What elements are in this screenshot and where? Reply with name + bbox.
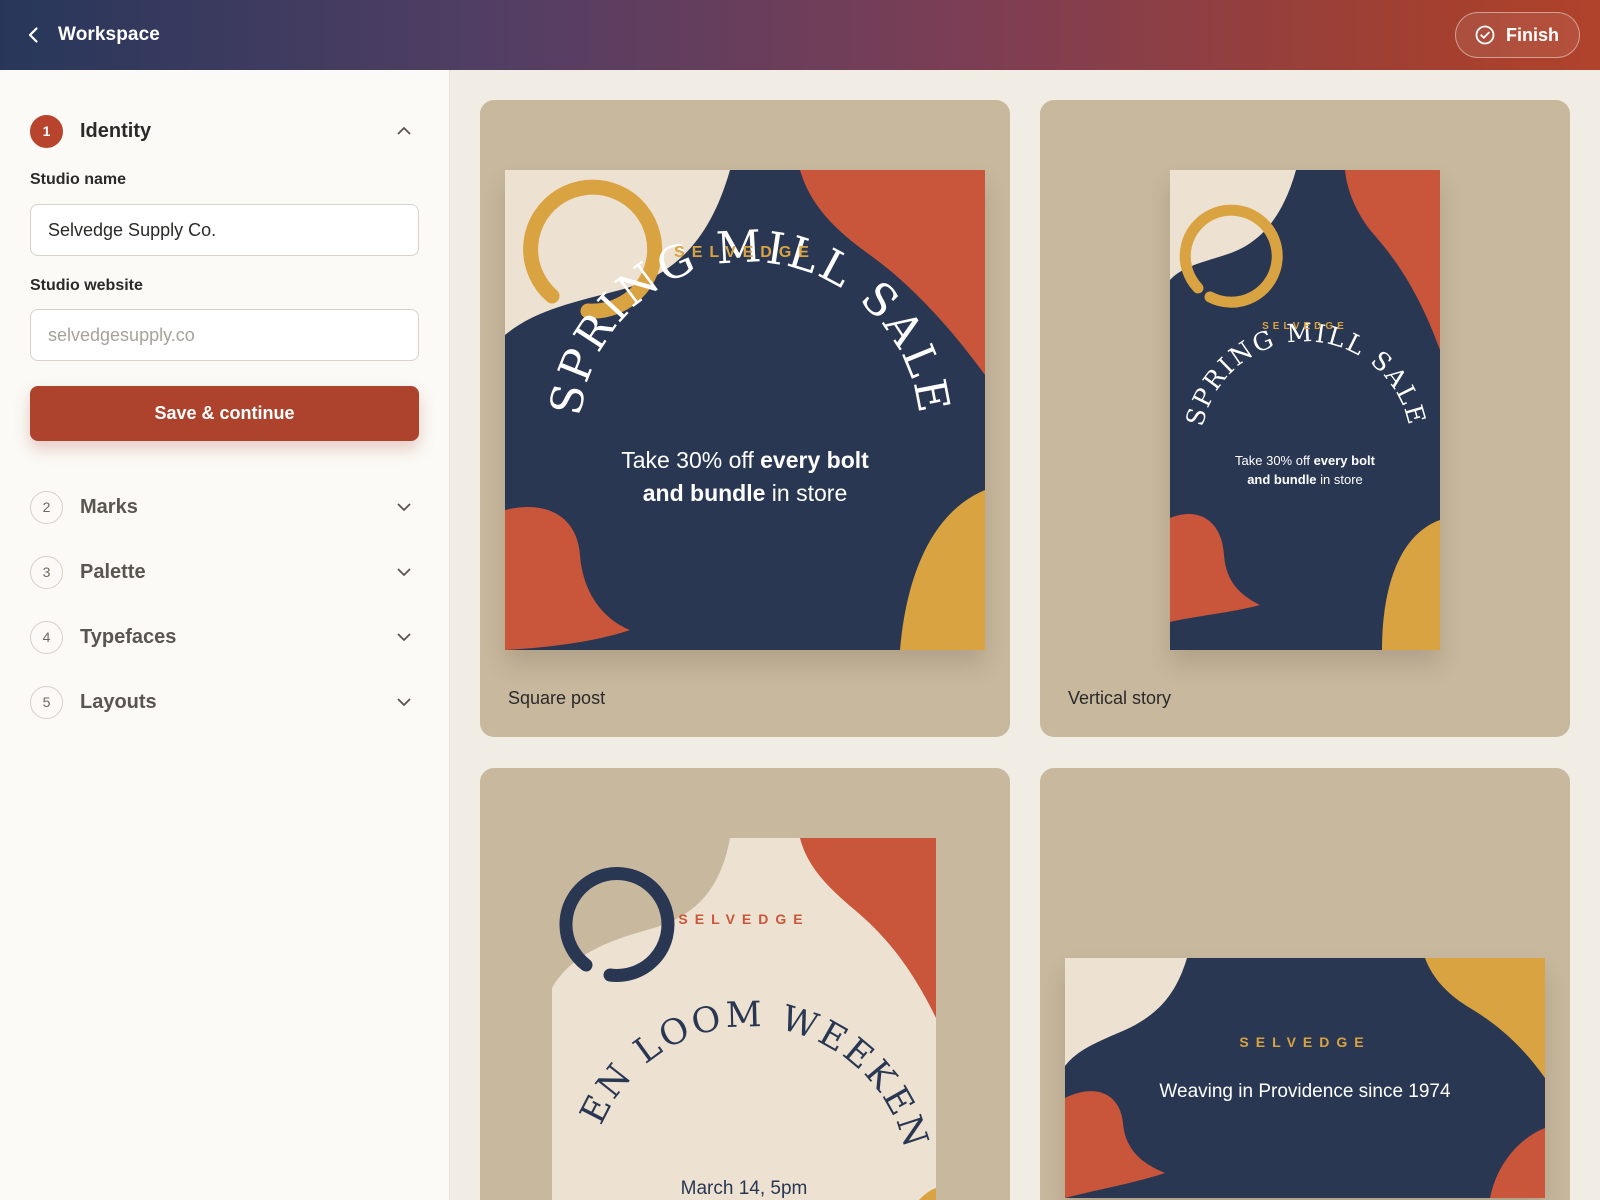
- card-label: Vertical story: [1068, 688, 1172, 708]
- square-post-card[interactable]: SPRING MILL SALE SELVEDGE Take 30% off e…: [480, 100, 1010, 737]
- chevron-down-icon: [397, 503, 411, 511]
- finish-label: Finish: [1506, 24, 1559, 45]
- poster-artwork: [1065, 958, 1545, 1198]
- step-title: Marks: [80, 495, 138, 518]
- event-poster-preview: OPEN LOOM WEEKEND SELVEDGE March 14, 5pm: [552, 838, 936, 1200]
- event-poster-card[interactable]: OPEN LOOM WEEKEND SELVEDGE March 14, 5pm: [480, 768, 1010, 1200]
- poster-body: Take 30% off every bolt and bundle in sto…: [621, 447, 869, 506]
- step-title: Palette: [80, 560, 146, 583]
- poster-brand: SELVEDGE: [678, 911, 810, 927]
- square-post-preview: SPRING MILL SALE SELVEDGE Take 30% off e…: [505, 170, 985, 650]
- poster-artwork: SPRING MILL SALE: [505, 170, 985, 650]
- back-label: Workspace: [58, 24, 160, 45]
- finish-button[interactable]: Finish: [1455, 12, 1580, 58]
- check-circle-icon: [1475, 25, 1495, 45]
- studio-name-label: Studio name: [30, 171, 127, 188]
- step-marks[interactable]: 2 Marks: [30, 489, 420, 525]
- step-identity[interactable]: 1 Identity: [30, 113, 420, 149]
- step-layouts[interactable]: 5 Layouts: [30, 684, 420, 720]
- step-number-badge: 4: [30, 620, 63, 654]
- studio-website-label: Studio website: [30, 277, 143, 294]
- step-number-badge: 5: [30, 685, 63, 719]
- poster-brand: SELVEDGE: [1262, 321, 1348, 332]
- step-title: Layouts: [80, 690, 157, 713]
- step-number-badge: 1: [30, 114, 63, 148]
- back-to-workspace-button[interactable]: Workspace: [24, 24, 160, 46]
- step-number-badge: 2: [30, 490, 63, 524]
- step-typefaces[interactable]: 4 Typefaces: [30, 619, 420, 655]
- step-title: Typefaces: [80, 625, 177, 648]
- banner-tagline: Weaving in Providence since 1974: [1159, 1081, 1451, 1102]
- chevron-down-icon: [397, 698, 411, 706]
- poster-artwork: SPRING MILL SALE: [1170, 170, 1440, 650]
- vertical-story-card[interactable]: SPRING MILL SALE SELVEDGE Take 30% off e…: [1040, 100, 1570, 737]
- banner-preview: SELVEDGE Weaving in Providence since 197…: [1065, 958, 1545, 1198]
- save-continue-button[interactable]: Save & continue: [30, 386, 419, 441]
- chevron-down-icon: [397, 568, 411, 576]
- card-label: Square post: [508, 688, 606, 708]
- step-title: Identity: [80, 119, 152, 142]
- setup-sidebar: 1 Identity Studio name Studio website Sa…: [0, 70, 450, 1200]
- step-number-badge: 3: [30, 555, 63, 589]
- vertical-story-preview: SPRING MILL SALE SELVEDGE Take 30% off e…: [1170, 170, 1440, 650]
- banner-brand: SELVEDGE: [1239, 1034, 1371, 1050]
- chevron-left-icon: [28, 27, 38, 43]
- chevron-down-icon: [397, 633, 411, 641]
- poster-date: March 14, 5pm: [680, 1178, 808, 1199]
- studio-website-input[interactable]: [30, 309, 419, 361]
- studio-name-input[interactable]: [30, 204, 419, 256]
- poster-body: Take 30% off every bolt and bundle in sto…: [1235, 453, 1375, 487]
- poster-artwork: OPEN LOOM WEEKEND: [552, 838, 936, 1200]
- step-palette[interactable]: 3 Palette: [30, 554, 420, 590]
- top-bar: Workspace Finish: [0, 0, 1600, 70]
- banner-card[interactable]: SELVEDGE Weaving in Providence since 197…: [1040, 768, 1570, 1200]
- poster-brand: SELVEDGE: [674, 244, 816, 261]
- chevron-up-icon: [397, 127, 411, 135]
